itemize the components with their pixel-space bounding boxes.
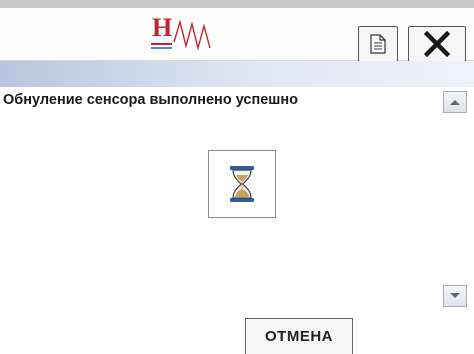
- logo-wave-icon: [151, 19, 211, 51]
- status-message: Обнуление сенсора выполнено успешно: [3, 92, 298, 108]
- hourglass-icon: [230, 166, 254, 202]
- title-bar: H: [0, 8, 474, 62]
- app-logo: H: [150, 12, 220, 56]
- scroll-down-button[interactable]: [443, 285, 467, 307]
- cancel-button[interactable]: ОТМЕНА: [245, 318, 353, 354]
- header-banner: [0, 61, 474, 87]
- progress-indicator: [208, 150, 276, 218]
- close-button[interactable]: [408, 26, 466, 62]
- scroll-up-button[interactable]: [443, 91, 467, 113]
- close-icon: [424, 31, 450, 57]
- top-strip: [0, 0, 474, 8]
- scroll-down-arrow-icon: [450, 293, 460, 298]
- scroll-up-arrow-icon: [450, 100, 460, 105]
- document-icon: [370, 34, 386, 54]
- document-button[interactable]: [358, 26, 398, 62]
